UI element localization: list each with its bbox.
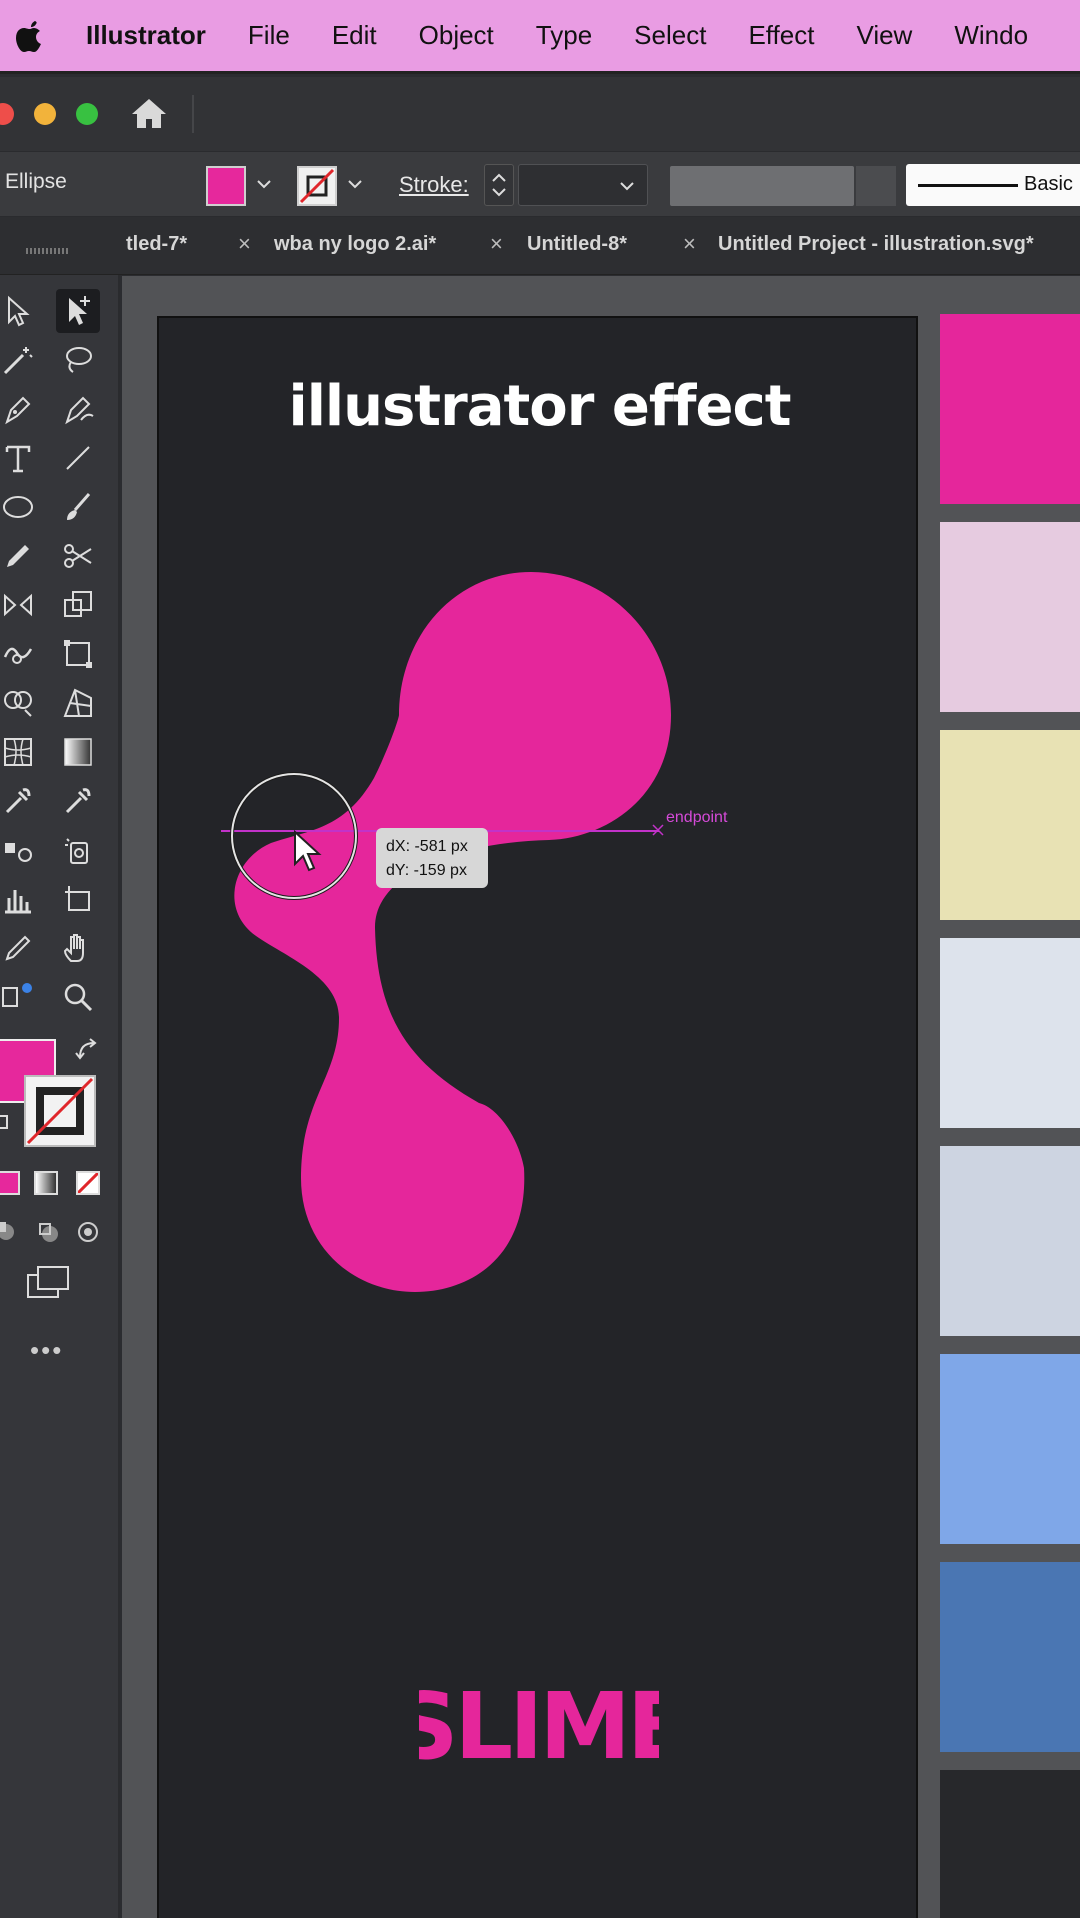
none-mode-button[interactable]	[76, 1171, 100, 1195]
smart-guide-endpoint-label: endpoint	[666, 809, 728, 826]
tab-untitled-8[interactable]: Untitled-8*	[527, 233, 627, 256]
scale-icon[interactable]	[56, 583, 100, 627]
close-icon[interactable]: ×	[238, 231, 251, 257]
slice-icon[interactable]	[0, 926, 40, 970]
apple-icon[interactable]	[0, 19, 60, 53]
brush-stroke-preview	[918, 184, 1018, 187]
control-bar: Ellipse Stroke: Basic	[0, 151, 1080, 217]
fill-dropdown-chevron-icon[interactable]	[254, 174, 274, 194]
menu-window[interactable]: Windo	[954, 20, 1028, 51]
hand-icon[interactable]	[56, 926, 100, 970]
swatch-sky-blue[interactable]	[940, 1354, 1080, 1544]
swatch-dark[interactable]	[940, 1770, 1080, 1918]
scissors-icon[interactable]	[56, 534, 100, 578]
home-icon[interactable]	[128, 93, 170, 135]
free-transform-icon[interactable]	[56, 632, 100, 676]
zoom-icon[interactable]	[56, 975, 100, 1019]
slime-logo[interactable]: SLIME	[419, 1668, 659, 1778]
chevron-down-icon	[620, 182, 634, 191]
type-icon[interactable]	[0, 436, 40, 480]
menu-illustrator[interactable]: Illustrator	[86, 20, 206, 51]
edit-toolbar-icon[interactable]: •••	[30, 1335, 63, 1366]
menu-view[interactable]: View	[856, 20, 912, 51]
brush-definition-field[interactable]: Basic	[906, 164, 1080, 206]
line-icon[interactable]	[56, 436, 100, 480]
graph-icon[interactable]	[0, 877, 40, 921]
magic-wand-icon[interactable]	[0, 338, 40, 382]
stroke-weight-stepper[interactable]	[484, 164, 514, 206]
minimize-window-button[interactable]	[34, 103, 56, 125]
symbol-sprayer-icon[interactable]	[56, 828, 100, 872]
mesh-icon[interactable]	[0, 730, 40, 774]
eyedropper-alt-icon[interactable]	[56, 779, 100, 823]
draw-inside-icon[interactable]	[76, 1220, 100, 1249]
ellipse-icon[interactable]	[0, 485, 40, 529]
eyedropper-icon[interactable]	[0, 779, 40, 823]
rotate-icon[interactable]	[0, 583, 40, 627]
paintbrush-icon[interactable]	[56, 485, 100, 529]
change-screen-mode-icon[interactable]	[26, 1265, 70, 1304]
menu-file[interactable]: File	[248, 20, 290, 51]
svg-text:SLIME: SLIME	[419, 1673, 659, 1778]
curvature-icon[interactable]	[56, 387, 100, 431]
delta-x-readout: dX: -581 px	[386, 838, 468, 855]
measurement-tooltip: dX: -581 px dY: -159 px	[376, 828, 488, 888]
swatch-blue[interactable]	[940, 1562, 1080, 1752]
perspective-grid-icon[interactable]	[56, 681, 100, 725]
toggle-screen-mode-icon[interactable]	[0, 975, 40, 1019]
direct-selection-icon[interactable]	[56, 289, 100, 333]
swatch-cream[interactable]	[940, 730, 1080, 920]
tab-illustration-svg[interactable]: Untitled Project - illustration.svg*	[718, 233, 1034, 256]
variable-width-profile-field[interactable]	[670, 166, 854, 206]
menu-bar: Illustrator File Edit Object Type Select…	[0, 0, 1080, 74]
fill-color-swatch[interactable]	[206, 166, 246, 206]
pen-icon[interactable]	[0, 387, 40, 431]
close-window-button[interactable]	[0, 103, 14, 125]
title-divider	[192, 95, 194, 133]
close-icon[interactable]: ×	[683, 231, 696, 257]
warp-icon[interactable]	[0, 632, 40, 676]
delta-y-readout: dY: -159 px	[386, 862, 467, 879]
swap-fill-stroke-icon[interactable]	[74, 1037, 104, 1066]
brush-label: Basic	[1024, 173, 1073, 195]
panel-grip[interactable]	[26, 248, 70, 254]
swatch-pale-blue[interactable]	[940, 938, 1080, 1128]
blend-icon[interactable]	[0, 828, 40, 872]
tab-wba-ny-logo[interactable]: wba ny logo 2.ai*	[274, 233, 436, 256]
swatch-light-pink[interactable]	[940, 522, 1080, 712]
artboard-icon[interactable]	[56, 877, 100, 921]
close-icon[interactable]: ×	[490, 231, 503, 257]
tools-panel: •••	[0, 248, 120, 1918]
stroke-label[interactable]: Stroke:	[399, 172, 469, 198]
artboard[interactable]: illustrator effect SLIME	[157, 316, 918, 1918]
swatch-grey-blue[interactable]	[940, 1146, 1080, 1336]
document-tab-bar: tled-7* × wba ny logo 2.ai* × Untitled-8…	[0, 217, 1080, 275]
color-mode-button[interactable]	[0, 1171, 20, 1195]
profile-dropdown-button[interactable]	[856, 166, 896, 206]
swatch-pink[interactable]	[940, 314, 1080, 504]
stroke-weight-input[interactable]	[518, 164, 648, 206]
shape-builder-icon[interactable]	[0, 681, 40, 725]
window-title-bar	[0, 77, 1080, 151]
gradient-icon[interactable]	[56, 730, 100, 774]
lasso-icon[interactable]	[56, 338, 100, 382]
menu-effect[interactable]: Effect	[748, 20, 814, 51]
gradient-mode-button[interactable]	[34, 1171, 58, 1195]
draw-behind-icon[interactable]	[36, 1220, 60, 1249]
pencil-icon[interactable]	[0, 534, 40, 578]
menu-select[interactable]: Select	[634, 20, 706, 51]
menu-object[interactable]: Object	[419, 20, 494, 51]
selection-icon[interactable]	[0, 289, 40, 333]
menu-edit[interactable]: Edit	[332, 20, 377, 51]
menu-type[interactable]: Type	[536, 20, 592, 51]
draw-normal-icon[interactable]	[0, 1220, 18, 1249]
tab-untitled-7[interactable]: tled-7*	[126, 233, 187, 256]
zoom-window-button[interactable]	[76, 103, 98, 125]
stroke-dropdown-chevron-icon[interactable]	[345, 174, 365, 194]
selected-object-label: Ellipse	[5, 170, 67, 193]
default-fill-stroke-icon[interactable]	[0, 1115, 12, 1140]
stroke-color-box[interactable]	[24, 1075, 96, 1147]
stroke-color-swatch[interactable]	[297, 166, 337, 206]
